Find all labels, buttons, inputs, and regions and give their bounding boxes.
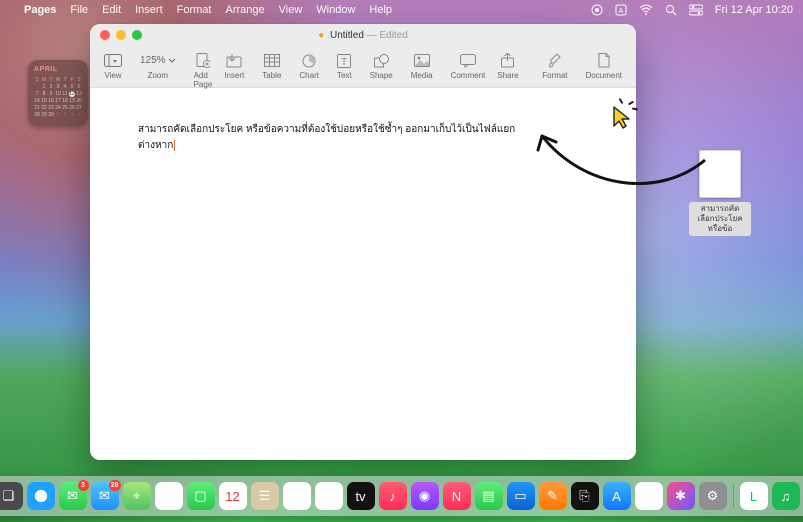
chart-button[interactable]: Chart — [293, 50, 325, 82]
dock-shortcuts[interactable]: ✱ — [667, 482, 695, 510]
menu-edit[interactable]: Edit — [102, 4, 121, 16]
text-icon: T — [337, 52, 351, 69]
screen-record-icon[interactable] — [591, 4, 603, 16]
document-title[interactable]: Untitled — [330, 30, 364, 41]
calendar-month: APRIL — [34, 66, 82, 73]
shape-button[interactable]: Shape — [364, 50, 399, 82]
dock: ☺▦❏✦✉3✉28⌖✿▢12☰≣≡tv♪◉N▤▭✎⎘A◎✱⚙L♫⬇🗑 — [0, 476, 803, 516]
add-page-button[interactable]: Add Page — [188, 50, 219, 91]
add-page-icon — [196, 52, 210, 69]
media-icon — [414, 52, 430, 69]
dock-photos[interactable]: ✿ — [155, 482, 183, 510]
dock-tv[interactable]: tv — [347, 482, 375, 510]
spotlight-icon[interactable] — [665, 4, 677, 16]
dock-music[interactable]: ♪ — [379, 482, 407, 510]
dock-numbers[interactable]: ▤ — [475, 482, 503, 510]
menu-help[interactable]: Help — [369, 4, 392, 16]
dock-facetime[interactable]: ▢ — [187, 482, 215, 510]
chart-icon — [301, 52, 317, 69]
share-button[interactable]: Share — [491, 50, 524, 82]
dock-settings[interactable]: ⚙ — [699, 482, 727, 510]
comment-icon — [460, 52, 476, 69]
insert-button[interactable]: Insert — [218, 50, 250, 82]
format-button[interactable]: Format — [536, 50, 573, 82]
dock-find-my[interactable]: ◎ — [635, 482, 663, 510]
menu-view[interactable]: View — [279, 4, 303, 16]
dock-reminders[interactable]: ≣ — [283, 482, 311, 510]
dock-mail[interactable]: ✉28 — [91, 482, 119, 510]
control-center-icon[interactable] — [689, 4, 703, 16]
menu-insert[interactable]: Insert — [135, 4, 163, 16]
dock-messages[interactable]: ✉3 — [59, 482, 87, 510]
dock-badge: 3 — [78, 480, 89, 491]
document-text-line2: ต่างหาก — [138, 140, 173, 151]
dock-contacts[interactable]: ☰ — [251, 482, 279, 510]
dock-mission-control[interactable]: ❏ — [0, 482, 23, 510]
desktop-file-label: สามารถคัดเลือกประโยค หรือข้อ — [689, 202, 751, 236]
document-text-line1: สามารถคัดเลือกประโยค หรือข้อความที่ต้องใ… — [138, 124, 515, 135]
comment-button[interactable]: Comment — [445, 50, 492, 82]
table-button[interactable]: Table — [256, 50, 287, 82]
share-icon — [501, 52, 514, 69]
text-cursor — [174, 140, 175, 151]
insert-icon — [226, 52, 242, 69]
menu-arrange[interactable]: Arrange — [225, 4, 264, 16]
dock-appstore[interactable]: A — [603, 482, 631, 510]
shape-icon — [374, 52, 389, 69]
chevron-down-icon — [168, 58, 176, 64]
calendar-grid: SMTWTFS123456789101112131415161718192021… — [34, 77, 82, 118]
dock-news[interactable]: N — [443, 482, 471, 510]
close-button[interactable] — [100, 30, 110, 40]
media-button[interactable]: Media — [405, 50, 439, 82]
minimize-button[interactable] — [116, 30, 126, 40]
dock-spotify[interactable]: ♫ — [772, 482, 800, 510]
svg-text:A: A — [618, 8, 623, 15]
menu-file[interactable]: File — [70, 4, 88, 16]
dock-safari[interactable]: ✦ — [27, 482, 55, 510]
calendar-widget[interactable]: APRIL SMTWTFS123456789101112131415161718… — [28, 60, 88, 126]
dock-separator — [733, 484, 734, 508]
app-name-menu[interactable]: Pages — [24, 4, 56, 16]
dock-maps[interactable]: ⌖ — [123, 482, 151, 510]
document-button[interactable]: Document — [580, 50, 628, 82]
pages-toolbar: View 125% Zoom Add Page Insert Table — [90, 46, 636, 88]
dock-keynote[interactable]: ▭ — [507, 482, 535, 510]
desktop-file[interactable]: สามารถคัดเลือกประโยค หรือข้อ — [689, 150, 751, 236]
zoom-button[interactable] — [132, 30, 142, 40]
dock-notes[interactable]: ≡ — [315, 482, 343, 510]
menu-window[interactable]: Window — [316, 4, 355, 16]
pages-window: ● Untitled — Edited View 125% Zoom Add P… — [90, 24, 636, 460]
zoom-control[interactable]: 125% Zoom — [134, 50, 182, 91]
input-source-icon[interactable]: A — [615, 4, 627, 16]
window-traffic-lights — [100, 30, 142, 40]
window-titlebar[interactable]: ● Untitled — Edited — [90, 24, 636, 46]
sidebar-icon — [104, 52, 122, 69]
menubar-clock[interactable]: Fri 12 Apr 10:20 — [715, 4, 793, 16]
text-button[interactable]: T Text — [331, 50, 358, 82]
menu-format[interactable]: Format — [177, 4, 212, 16]
dock-pages[interactable]: ✎ — [539, 482, 567, 510]
dock-calendar[interactable]: 12 — [219, 482, 247, 510]
table-icon — [264, 52, 280, 69]
file-thumbnail-icon — [699, 150, 741, 198]
dock-voice[interactable]: ⎘ — [571, 482, 599, 510]
document-icon — [598, 52, 610, 69]
wifi-icon[interactable] — [639, 4, 653, 16]
document-state: — Edited — [367, 30, 408, 41]
document-modified-dot: ● — [318, 30, 324, 41]
brush-icon — [548, 52, 562, 69]
dock-podcasts[interactable]: ◉ — [411, 482, 439, 510]
system-menubar: Pages File Edit Insert Format Arrange Vi… — [0, 0, 803, 20]
view-button[interactable]: View — [98, 50, 128, 91]
dock-line[interactable]: L — [740, 482, 768, 510]
document-canvas[interactable]: สามารถคัดเลือกประโยค หรือข้อความที่ต้องใ… — [90, 88, 636, 460]
document-page[interactable]: สามารถคัดเลือกประโยค หรือข้อความที่ต้องใ… — [90, 88, 636, 460]
svg-text:T: T — [341, 57, 347, 68]
dock-badge: 28 — [109, 480, 121, 491]
